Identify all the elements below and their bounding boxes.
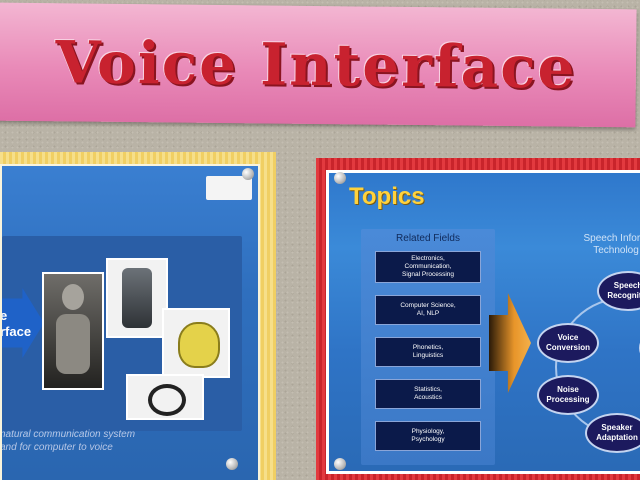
- left-poster: e rface natural communication system and…: [0, 152, 276, 480]
- banner-title: Voice Interface: [55, 28, 577, 102]
- mask-device-photo: [162, 308, 230, 378]
- related-field-box: Phonetics, Linguistics: [375, 337, 481, 367]
- related-fields-panel: Related Fields Electronics, Communicatio…: [361, 229, 495, 465]
- caption-line: natural communication system: [0, 429, 136, 440]
- speech-node: Speaker Adaptation: [585, 413, 640, 453]
- related-fields-heading: Related Fields: [396, 233, 460, 244]
- related-field-box: Electronics, Communication, Signal Proce…: [375, 251, 481, 283]
- speech-node: Voice Conversion: [537, 323, 599, 363]
- left-poster-caption: natural communication system and for com…: [0, 428, 240, 454]
- related-field-box: Computer Science, AI, NLP: [375, 295, 481, 325]
- robot-photo: [42, 272, 104, 390]
- arrow-icon: [489, 293, 531, 393]
- pushpin-icon: [334, 458, 346, 470]
- topics-title: Topics: [349, 183, 425, 210]
- pushpin-icon: [226, 458, 238, 470]
- left-poster-board: e rface natural communication system and…: [0, 164, 260, 480]
- right-poster: Topics Related Fields Electronics, Commu…: [316, 158, 640, 480]
- caption-line: and for computer to voice: [0, 442, 113, 453]
- speech-node: Noise Processing: [537, 375, 599, 415]
- speech-info-heading: Speech Inform Technolog: [583, 233, 640, 256]
- title-banner: Voice Interface: [0, 2, 637, 128]
- pushpin-icon: [242, 168, 254, 180]
- mobile-phone-photo: [106, 258, 168, 338]
- right-poster-board: Topics Related Fields Electronics, Commu…: [326, 170, 640, 474]
- headset-photo: [126, 374, 204, 420]
- related-field-box: Statistics, Acoustics: [375, 379, 481, 409]
- related-field-box: Physiology, Psychology: [375, 421, 481, 451]
- arrow-label: e rface: [0, 308, 32, 339]
- pushpin-icon: [334, 172, 346, 184]
